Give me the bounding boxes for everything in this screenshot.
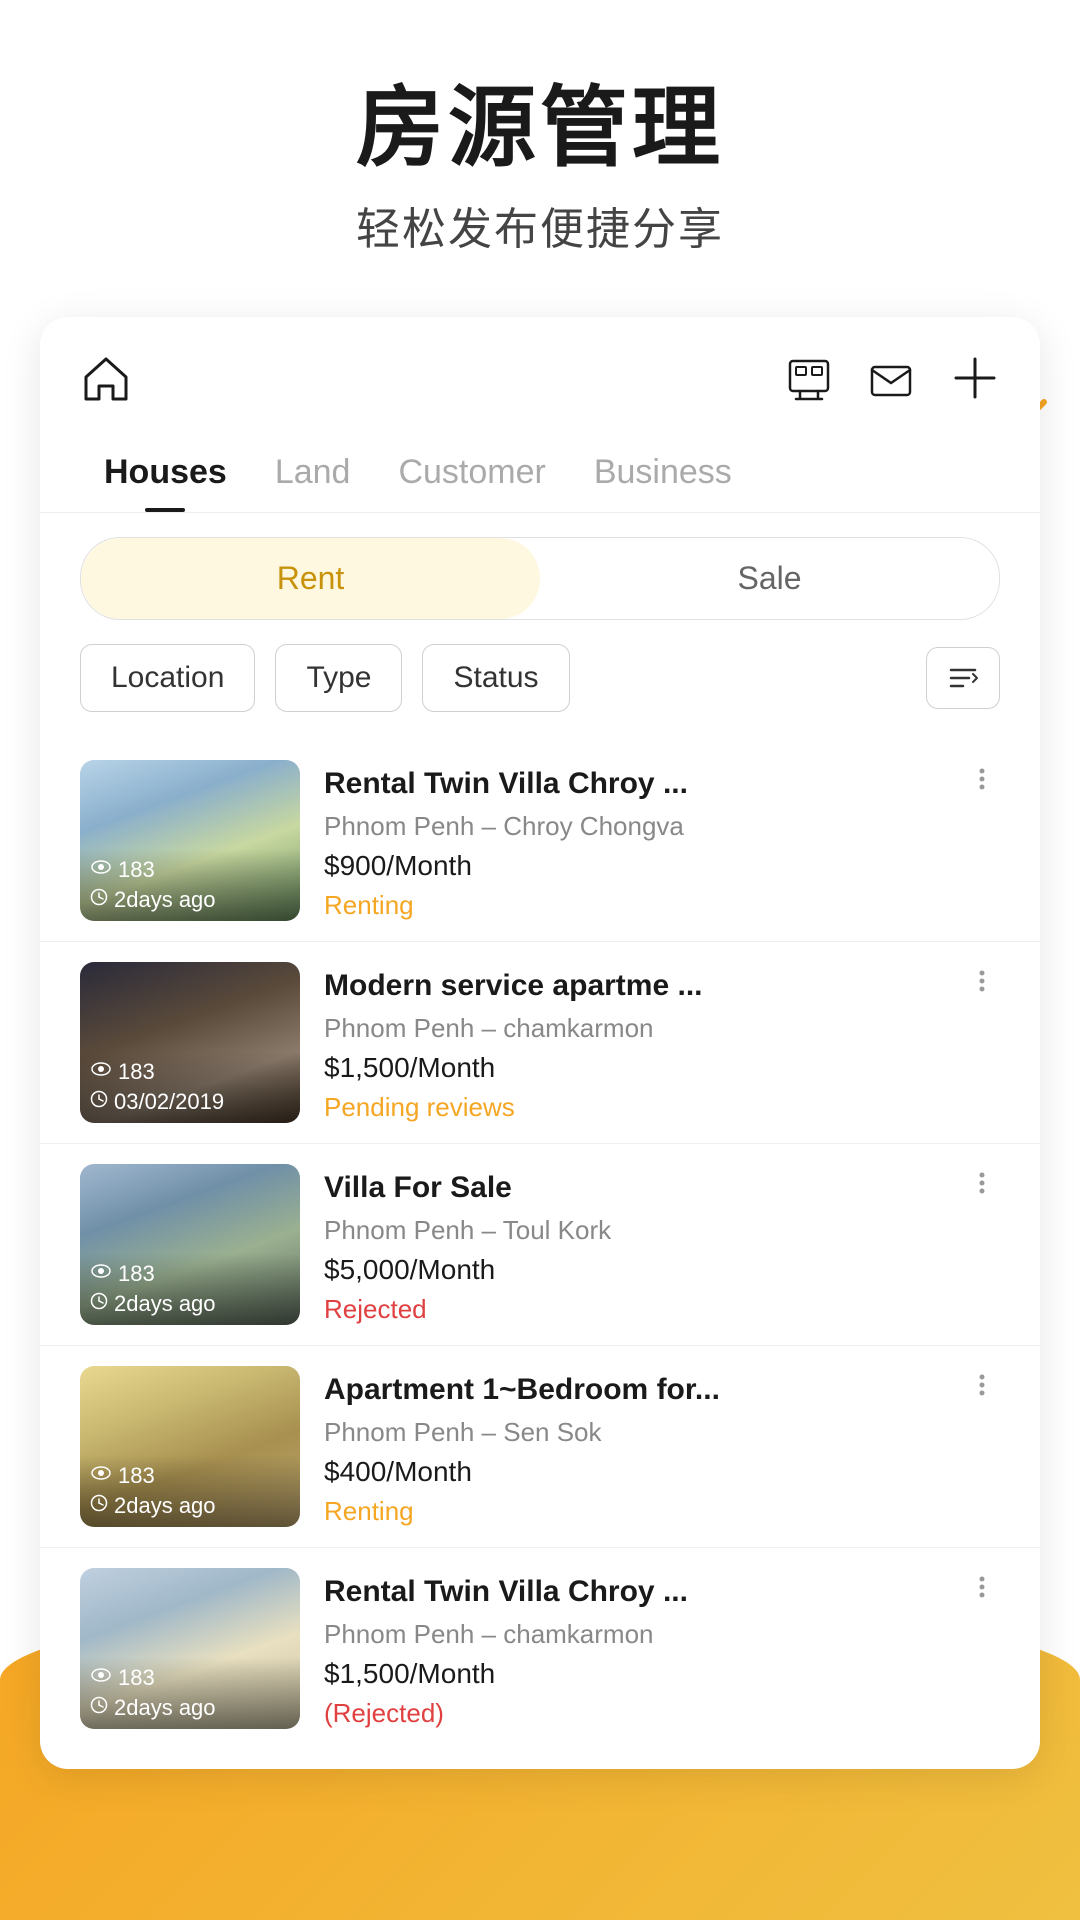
property-name: Rental Twin Villa Chroy ...: [324, 1572, 964, 1611]
property-info-header: Rental Twin Villa Chroy ...: [324, 1572, 1000, 1611]
property-location: Phnom Penh – chamkarmon: [324, 1013, 1000, 1044]
eye-icon: [90, 858, 112, 881]
property-status: Pending reviews: [324, 1092, 1000, 1123]
sale-toggle-button[interactable]: Sale: [540, 538, 999, 619]
property-image-overlay: 183 2days ago: [80, 849, 300, 921]
time-stamp: 2days ago: [90, 1291, 290, 1317]
tab-customer[interactable]: Customer: [374, 437, 569, 512]
location-filter-button[interactable]: Location: [80, 644, 255, 712]
property-info: Apartment 1~Bedroom for... Phnom Penh – …: [324, 1366, 1000, 1527]
rent-toggle-button[interactable]: Rent: [81, 538, 540, 619]
property-info: Villa For Sale Phnom Penh – Toul Kork $5…: [324, 1164, 1000, 1325]
property-item[interactable]: 183 03/02/2019 Modern service apartme ..…: [40, 942, 1040, 1144]
property-info: Rental Twin Villa Chroy ... Phnom Penh –…: [324, 1568, 1000, 1729]
property-info: Modern service apartme ... Phnom Penh – …: [324, 962, 1000, 1123]
property-menu-button[interactable]: [964, 764, 1000, 801]
eye-icon: [90, 1262, 112, 1285]
property-location: Phnom Penh – chamkarmon: [324, 1619, 1000, 1650]
property-image-overlay: 183 2days ago: [80, 1657, 300, 1729]
status-filter-button[interactable]: Status: [422, 644, 569, 712]
property-item[interactable]: 183 2days ago Villa For Sale Phnom Penh …: [40, 1144, 1040, 1346]
tab-land[interactable]: Land: [251, 437, 375, 512]
property-image-overlay: 183 2days ago: [80, 1455, 300, 1527]
property-info-header: Modern service apartme ...: [324, 966, 1000, 1005]
property-price: $5,000/Month: [324, 1254, 1000, 1286]
property-price: $400/Month: [324, 1456, 1000, 1488]
rent-sale-toggle: Rent Sale: [80, 537, 1000, 620]
property-item[interactable]: 183 2days ago Rental Twin Villa Chroy ..…: [40, 1548, 1040, 1749]
property-info-header: Apartment 1~Bedroom for...: [324, 1370, 1000, 1409]
eye-icon: [90, 1060, 112, 1083]
clock-icon: [90, 1494, 108, 1518]
property-list: 183 2days ago Rental Twin Villa Chroy ..…: [40, 740, 1040, 1749]
property-menu-button[interactable]: [964, 966, 1000, 1003]
tab-houses[interactable]: Houses: [80, 437, 251, 512]
property-menu-button[interactable]: [964, 1370, 1000, 1407]
eye-icon: [90, 1464, 112, 1487]
property-info-header: Rental Twin Villa Chroy ...: [324, 764, 1000, 803]
property-status: Renting: [324, 1496, 1000, 1527]
property-name: Villa For Sale: [324, 1168, 964, 1207]
property-info-header: Villa For Sale: [324, 1168, 1000, 1207]
time-stamp: 2days ago: [90, 887, 290, 913]
property-image: 183 03/02/2019: [80, 962, 300, 1123]
nav-right-icons: [786, 353, 1000, 416]
home-icon[interactable]: [80, 353, 132, 417]
property-menu-button[interactable]: [964, 1168, 1000, 1205]
clock-icon: [90, 1090, 108, 1114]
page-header: 房源管理 轻松发布便捷分享: [0, 0, 1080, 317]
tab-bar: Houses Land Customer Business: [40, 437, 1040, 513]
time-stamp: 03/02/2019: [90, 1089, 290, 1115]
property-name: Rental Twin Villa Chroy ...: [324, 764, 964, 803]
property-item[interactable]: 183 2days ago Rental Twin Villa Chroy ..…: [40, 740, 1040, 942]
property-image: 183 2days ago: [80, 1164, 300, 1325]
property-list-icon[interactable]: [786, 357, 832, 413]
view-count: 183: [90, 1463, 290, 1489]
main-card: Houses Land Customer Business Rent Sale …: [40, 317, 1040, 1769]
property-name: Modern service apartme ...: [324, 966, 964, 1005]
page-subtitle: 轻松发布便捷分享: [40, 193, 1040, 257]
property-name: Apartment 1~Bedroom for...: [324, 1370, 964, 1409]
property-image-overlay: 183 03/02/2019: [80, 1051, 300, 1123]
clock-icon: [90, 888, 108, 912]
property-status: Rejected: [324, 1294, 1000, 1325]
top-nav: [40, 317, 1040, 437]
property-status: Renting: [324, 890, 1000, 921]
property-image: 183 2days ago: [80, 1568, 300, 1729]
eye-icon: [90, 1666, 112, 1689]
property-location: Phnom Penh – Toul Kork: [324, 1215, 1000, 1246]
property-price: $900/Month: [324, 850, 1000, 882]
view-count: 183: [90, 857, 290, 883]
clock-icon: [90, 1696, 108, 1720]
property-location: Phnom Penh – Chroy Chongva: [324, 811, 1000, 842]
sort-button[interactable]: [926, 647, 1000, 709]
property-menu-button[interactable]: [964, 1572, 1000, 1609]
time-stamp: 2days ago: [90, 1695, 290, 1721]
type-filter-button[interactable]: Type: [275, 644, 402, 712]
property-image: 183 2days ago: [80, 1366, 300, 1527]
property-info: Rental Twin Villa Chroy ... Phnom Penh –…: [324, 760, 1000, 921]
view-count: 183: [90, 1261, 290, 1287]
property-status: (Rejected): [324, 1698, 1000, 1729]
property-location: Phnom Penh – Sen Sok: [324, 1417, 1000, 1448]
property-price: $1,500/Month: [324, 1052, 1000, 1084]
property-price: $1,500/Month: [324, 1658, 1000, 1690]
page-title: 房源管理: [40, 80, 1040, 177]
property-image-overlay: 183 2days ago: [80, 1253, 300, 1325]
tab-business[interactable]: Business: [570, 437, 756, 512]
filter-bar: Location Type Status: [40, 644, 1040, 712]
clock-icon: [90, 1292, 108, 1316]
view-count: 183: [90, 1665, 290, 1691]
view-count: 183: [90, 1059, 290, 1085]
add-listing-icon[interactable]: [950, 353, 1000, 416]
messages-icon[interactable]: [868, 357, 914, 413]
time-stamp: 2days ago: [90, 1493, 290, 1519]
property-image: 183 2days ago: [80, 760, 300, 921]
property-item[interactable]: 183 2days ago Apartment 1~Bedroom for...…: [40, 1346, 1040, 1548]
